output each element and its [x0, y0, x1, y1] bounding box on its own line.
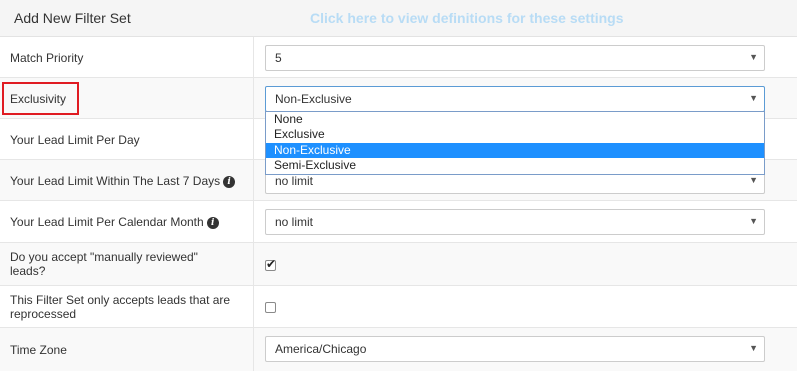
exclusivity-option-non-exclusive[interactable]: Non-Exclusive — [266, 143, 764, 158]
reprocessed-label-line1: This Filter Set only accepts leads that … — [10, 293, 231, 307]
lead-limit-7days-label-wrap: Your Lead Limit Within The Last 7 Days i — [10, 174, 236, 188]
lead-limit-month-label: Your Lead Limit Per Calendar Month — [10, 215, 204, 229]
lead-limit-month-value: no limit — [275, 215, 314, 229]
exclusivity-option-none[interactable]: None — [266, 112, 764, 127]
row-manually-reviewed: Do you accept "manually reviewed" leads?… — [0, 243, 797, 286]
exclusivity-highlight-box — [2, 82, 79, 115]
chevron-down-icon: ▼ — [749, 175, 758, 185]
lead-limit-month-select[interactable]: no limit ▼ — [265, 209, 765, 235]
label-cell: Match Priority — [0, 37, 254, 77]
time-zone-value: America/Chicago — [275, 342, 367, 356]
exclusivity-select[interactable]: Non-Exclusive ▼ — [265, 86, 765, 112]
match-priority-value: 5 — [275, 51, 282, 65]
time-zone-label: Time Zone — [10, 343, 67, 357]
exclusivity-dropdown-list: None Exclusive Non-Exclusive Semi-Exclus… — [265, 111, 765, 175]
reprocessed-label-line2: reprocessed — [10, 307, 77, 321]
manually-reviewed-checkbox[interactable]: ✔ — [265, 257, 277, 271]
lead-limit-month-label-wrap: Your Lead Limit Per Calendar Month i — [10, 215, 219, 229]
exclusivity-value: Non-Exclusive — [275, 92, 352, 106]
match-priority-select[interactable]: 5 ▼ — [265, 45, 765, 71]
info-circle-icon[interactable]: i — [206, 216, 219, 229]
check-icon: ✔ — [266, 257, 277, 271]
label-cell: This Filter Set only accepts leads that … — [0, 286, 254, 327]
manually-reviewed-label-line2: leads? — [10, 264, 46, 278]
label-cell: Time Zone — [0, 328, 254, 371]
match-priority-label: Match Priority — [10, 51, 84, 65]
chevron-down-icon: ▼ — [749, 93, 758, 103]
lead-limit-7days-label: Your Lead Limit Within The Last 7 Days — [10, 174, 221, 188]
reprocessed-checkbox[interactable] — [265, 302, 276, 313]
chevron-down-icon: ▼ — [749, 52, 758, 62]
lead-limit-7days-value: no limit — [275, 174, 314, 188]
row-time-zone: Time Zone America/Chicago ▼ — [0, 328, 797, 371]
label-cell: Your Lead Limit Within The Last 7 Days i — [0, 160, 254, 200]
row-lead-limit-month: Your Lead Limit Per Calendar Month i no l… — [0, 201, 797, 243]
info-circle-icon[interactable]: i — [223, 175, 236, 188]
definitions-link[interactable]: Click here to view definitions for these… — [310, 10, 624, 26]
page-title: Add New Filter Set — [14, 10, 131, 26]
exclusivity-option-exclusive[interactable]: Exclusive — [266, 127, 764, 142]
label-cell: Do you accept "manually reviewed" leads? — [0, 243, 254, 285]
manually-reviewed-label-line1: Do you accept "manually reviewed" — [10, 250, 198, 264]
label-cell: Your Lead Limit Per Day — [0, 119, 254, 159]
row-reprocessed: This Filter Set only accepts leads that … — [0, 286, 797, 328]
chevron-down-icon: ▼ — [749, 216, 758, 226]
exclusivity-option-semi-exclusive[interactable]: Semi-Exclusive — [266, 158, 764, 173]
time-zone-select[interactable]: America/Chicago ▼ — [265, 336, 765, 362]
row-match-priority: Match Priority 5 ▼ — [0, 37, 797, 78]
filter-set-header: Add New Filter Set Click here to view de… — [0, 0, 797, 37]
chevron-down-icon: ▼ — [749, 343, 758, 353]
lead-limit-day-label: Your Lead Limit Per Day — [10, 133, 140, 147]
label-cell: Your Lead Limit Per Calendar Month i — [0, 201, 254, 242]
